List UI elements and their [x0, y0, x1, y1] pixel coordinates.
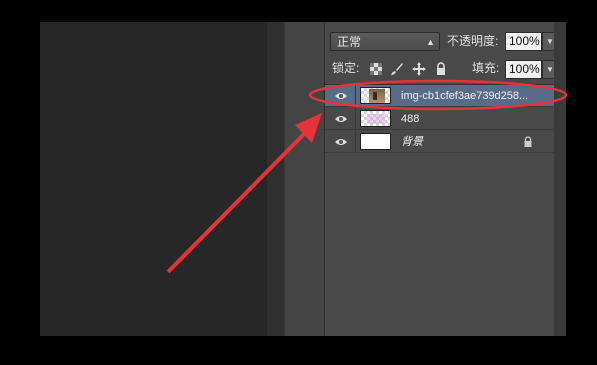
layer-name: 背景 — [401, 136, 423, 148]
document-canvas[interactable] — [40, 22, 267, 336]
column-divider — [355, 108, 356, 130]
column-divider — [355, 131, 356, 153]
lock-icon — [524, 136, 532, 147]
layer-name: 488 — [401, 113, 420, 125]
opacity-label: 不透明度: — [447, 34, 499, 48]
layer-thumbnail-transparent — [360, 110, 391, 127]
opacity-input[interactable]: 100% — [505, 32, 542, 51]
lock-label: 锁定: — [332, 61, 360, 75]
lock-image-pixels-icon[interactable] — [390, 62, 404, 76]
layer-thumbnail-image — [360, 87, 391, 104]
layer-name: img-cb1cfef3ae739d258... — [401, 90, 529, 102]
layers-panel: 正常 ▲ 不透明度: 100% ▼ 锁定: 填充: 100% ▼ img-cb1… — [325, 22, 558, 336]
layer-row-background[interactable]: 背景 — [325, 131, 554, 153]
lock-position-icon[interactable] — [412, 62, 426, 76]
fill-input[interactable]: 100% — [505, 60, 542, 79]
layer-row-488[interactable]: 488 — [325, 108, 554, 130]
panel-scroll-edge — [554, 22, 566, 336]
collapsed-panel-dock[interactable] — [285, 22, 325, 336]
lock-all-icon[interactable] — [434, 62, 448, 76]
layer-row-img[interactable]: img-cb1cfef3ae739d258... — [325, 85, 554, 107]
fill-label: 填充: — [472, 61, 500, 75]
layer-thumbnail-white — [360, 133, 391, 150]
column-divider — [355, 85, 356, 107]
blend-mode-select[interactable]: 正常 ▲ — [330, 32, 440, 51]
eye-visibility-icon[interactable] — [334, 136, 348, 148]
eye-visibility-icon[interactable] — [334, 113, 348, 125]
lock-transparent-pixels-icon[interactable] — [369, 62, 383, 76]
eye-visibility-icon[interactable] — [334, 90, 348, 102]
updown-arrows-icon: ▲ — [426, 37, 435, 47]
panel-divider — [267, 22, 285, 336]
blend-mode-value: 正常 — [337, 35, 362, 49]
